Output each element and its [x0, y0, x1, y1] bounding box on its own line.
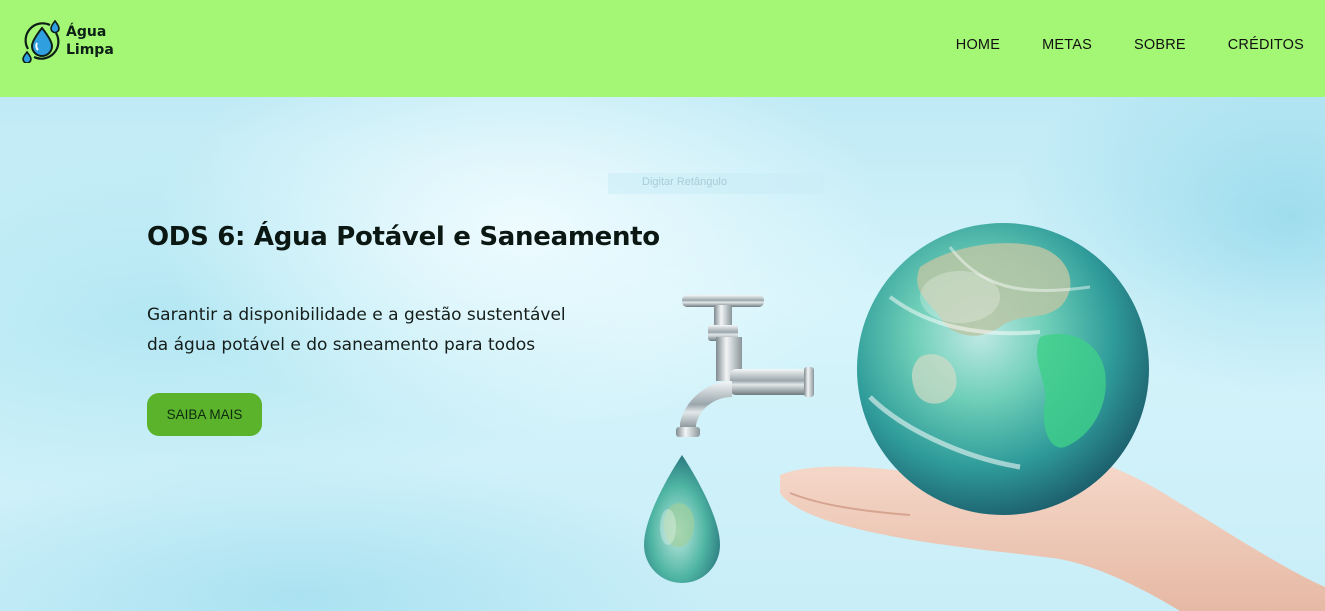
- hero-subtitle: Garantir a disponibilidade e a gestão su…: [147, 300, 647, 360]
- hero-subtitle-line2: da água potável e do saneamento para tod…: [147, 335, 536, 355]
- globe-faucet-hand-image: [644, 223, 1325, 611]
- hero-title: ODS 6: Água Potável e Saneamento: [147, 222, 660, 252]
- brand-logo[interactable]: Água Limpa: [20, 19, 114, 63]
- water-drops-icon: [22, 19, 60, 63]
- top-header: Água Limpa HOME METAS SOBRE CRÉDITOS: [0, 0, 1325, 97]
- nav-home[interactable]: HOME: [956, 37, 1000, 53]
- saiba-mais-button[interactable]: SAIBA MAIS: [147, 393, 262, 436]
- hero-section: Digitar Retângulo ODS 6: Água Potável e …: [0, 97, 1325, 611]
- nav-sobre[interactable]: SOBRE: [1134, 37, 1186, 53]
- brand-name-line1: Água: [66, 24, 107, 40]
- brand-name-line2: Limpa: [66, 42, 114, 58]
- hero-subtitle-line1: Garantir a disponibilidade e a gestão su…: [147, 305, 566, 325]
- nav-metas[interactable]: METAS: [1042, 37, 1092, 53]
- brand-name: Água Limpa: [66, 23, 114, 59]
- main-nav: HOME METAS SOBRE CRÉDITOS: [914, 37, 1304, 53]
- nav-creditos[interactable]: CRÉDITOS: [1228, 37, 1304, 53]
